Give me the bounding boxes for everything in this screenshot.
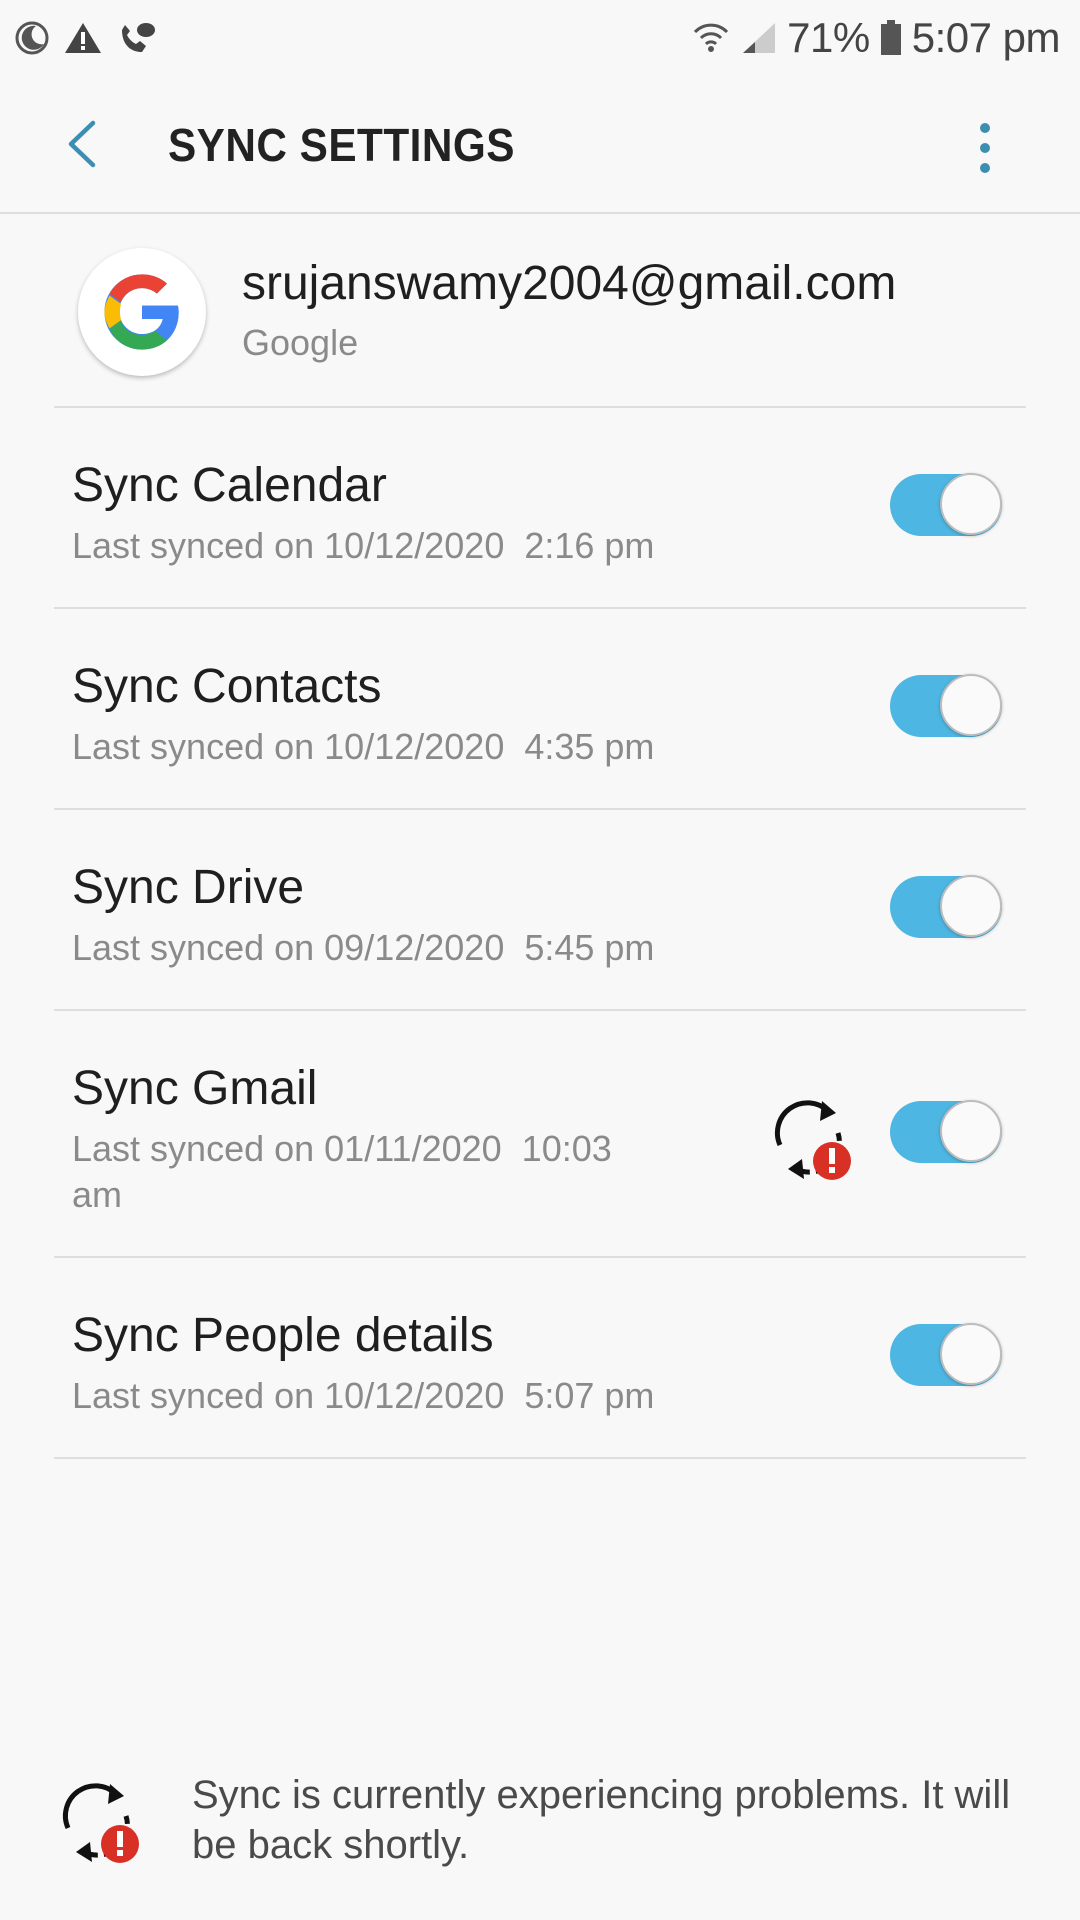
sync-problem-message: Sync is currently experiencing problems.… bbox=[192, 1773, 1011, 1867]
item-last-synced: Last synced on 10/12/2020 5:07 pm bbox=[72, 1375, 655, 1416]
wifi-icon bbox=[691, 20, 731, 56]
item-title: Sync Calendar bbox=[72, 459, 387, 512]
sync-gmail-toggle[interactable] bbox=[890, 1100, 1002, 1163]
item-last-synced: Last synced on 10/12/2020 4:35 pm bbox=[72, 726, 655, 767]
toggle-knob bbox=[940, 1323, 1002, 1385]
sync-list: Sync Calendar Last synced on 10/12/2020 … bbox=[54, 408, 1026, 1459]
sync-item-people-details[interactable]: Sync People details Last synced on 10/12… bbox=[54, 1258, 1026, 1459]
signal-icon bbox=[741, 21, 777, 55]
toggle-knob bbox=[940, 875, 1002, 937]
item-last-synced: Last synced on 01/11/2020 10:03 am bbox=[72, 1128, 612, 1215]
item-last-synced: Last synced on 10/12/2020 2:16 pm bbox=[72, 525, 655, 566]
sync-item-contacts[interactable]: Sync Contacts Last synced on 10/12/2020 … bbox=[54, 609, 1026, 810]
item-title: Sync Drive bbox=[72, 861, 305, 914]
toggle-knob bbox=[940, 674, 1002, 736]
account-type: Google bbox=[242, 322, 359, 363]
item-title: Sync Contacts bbox=[72, 660, 382, 713]
sync-item-gmail[interactable]: Sync Gmail Last synced on 01/11/2020 10:… bbox=[54, 1011, 1026, 1258]
status-bar: 71% 5:07 pm bbox=[0, 0, 1080, 76]
back-arrow-icon bbox=[68, 120, 96, 168]
moon-icon bbox=[14, 20, 50, 56]
status-right: 71% 5:07 pm bbox=[691, 14, 1061, 62]
more-options-button[interactable] bbox=[960, 116, 1010, 180]
status-time: 5:07 pm bbox=[911, 14, 1061, 61]
sync-drive-toggle[interactable] bbox=[890, 875, 1002, 938]
toggle-knob bbox=[940, 473, 1002, 535]
warning-icon bbox=[64, 21, 102, 55]
account-header: srujanswamy2004@gmail.com Google bbox=[54, 216, 1026, 408]
sync-item-drive[interactable]: Sync Drive Last synced on 09/12/2020 5:4… bbox=[54, 810, 1026, 1011]
item-last-synced: Last synced on 09/12/2020 5:45 pm bbox=[72, 927, 655, 968]
sync-calendar-toggle[interactable] bbox=[890, 473, 1002, 536]
sync-people-details-toggle[interactable] bbox=[890, 1323, 1002, 1386]
sync-item-calendar[interactable]: Sync Calendar Last synced on 10/12/2020 … bbox=[54, 408, 1026, 609]
more-vert-icon bbox=[980, 123, 990, 173]
voicemail-icon bbox=[116, 20, 156, 56]
account-email: srujanswamy2004@gmail.com bbox=[242, 257, 897, 310]
sync-problem-notice: Sync is currently experiencing problems.… bbox=[54, 1770, 1026, 1890]
status-left bbox=[14, 20, 156, 56]
app-bar: SYNC SETTINGS bbox=[0, 76, 1080, 214]
item-title: Sync People details bbox=[72, 1309, 494, 1362]
battery-percent: 71% bbox=[787, 14, 870, 61]
toggle-knob bbox=[940, 1100, 1002, 1162]
item-title: Sync Gmail bbox=[72, 1062, 318, 1115]
back-button[interactable] bbox=[52, 114, 112, 174]
sync-contacts-toggle[interactable] bbox=[890, 674, 1002, 737]
google-logo-icon bbox=[78, 248, 206, 376]
sync-error-icon bbox=[774, 1100, 851, 1180]
page-title: SYNC SETTINGS bbox=[168, 119, 515, 171]
battery-icon bbox=[880, 20, 902, 56]
sync-error-icon bbox=[62, 1783, 139, 1863]
